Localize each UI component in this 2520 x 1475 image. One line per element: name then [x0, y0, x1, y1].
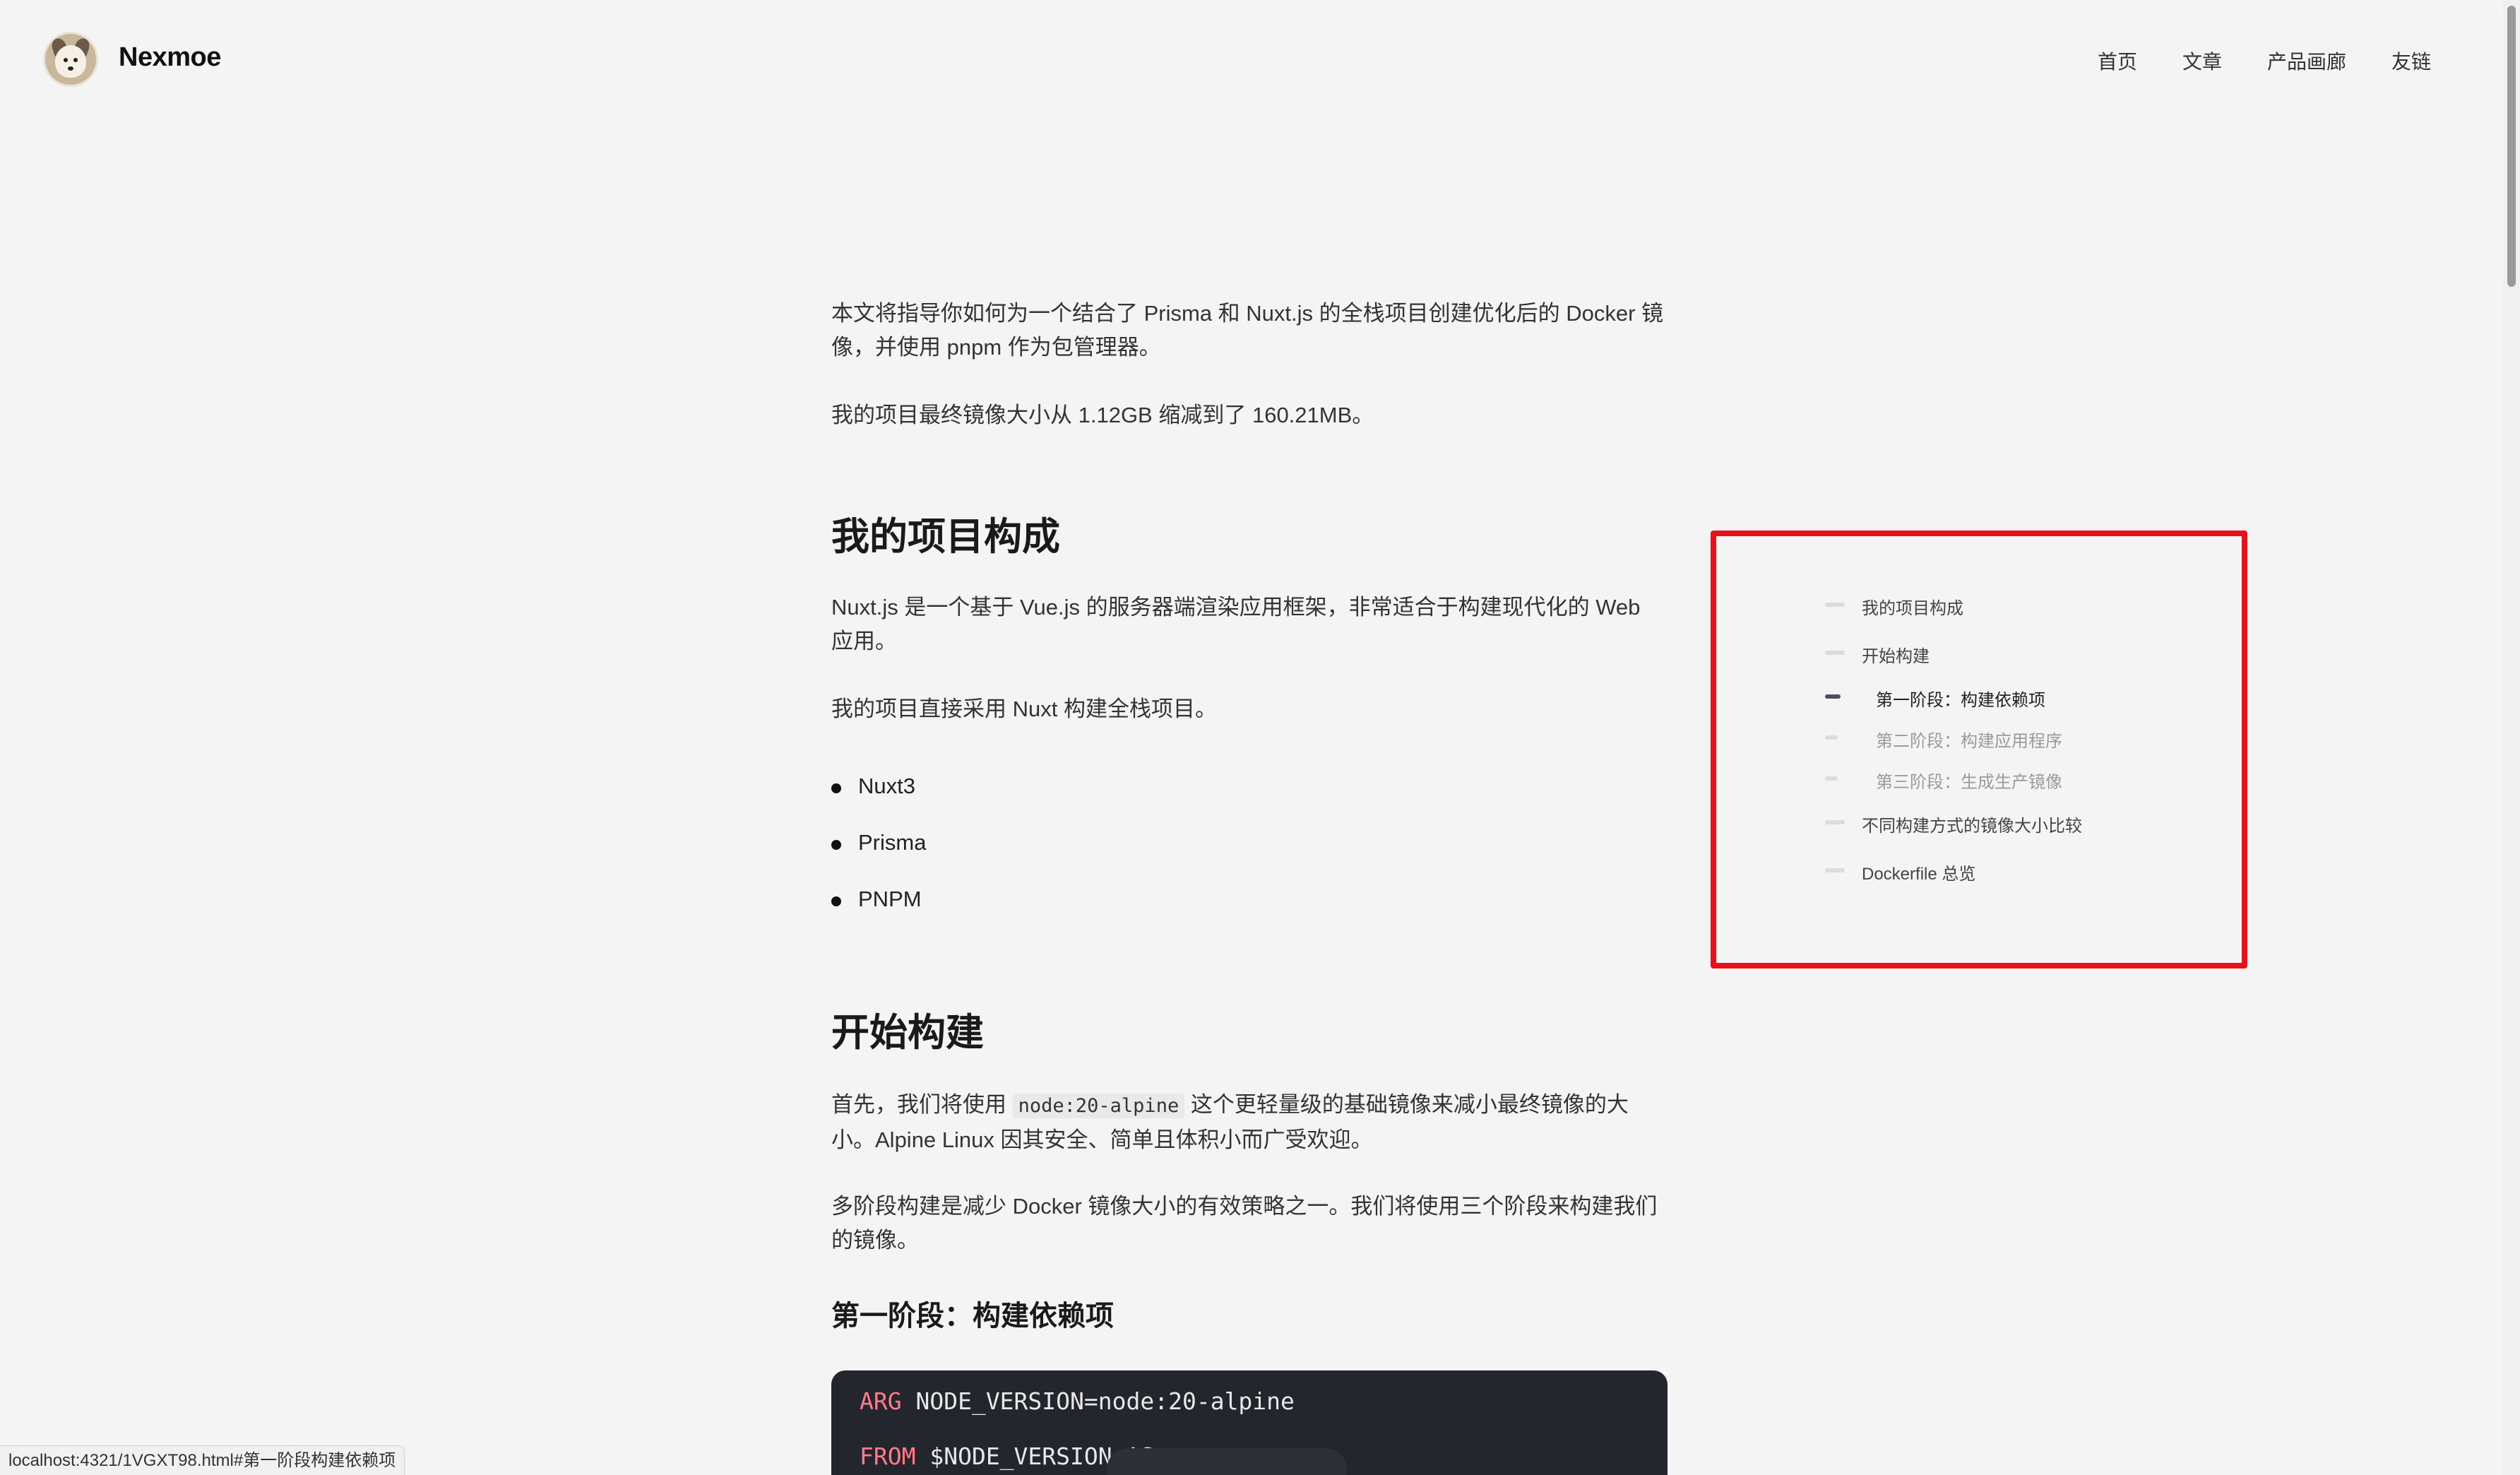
section1-paragraph-1: Nuxt.js 是一个基于 Vue.js 的服务器端渲染应用框架，非常适合于构建… [831, 595, 1641, 653]
nav-friends[interactable]: 友链 [2391, 47, 2431, 75]
avatar-eye-right [73, 58, 78, 62]
toc-indicator [1825, 820, 1845, 824]
toc-indicator [1825, 694, 1841, 699]
code-keyword: ARG [860, 1387, 902, 1415]
list-item-text: PNPM [858, 887, 922, 911]
intro-paragraph-1: 本文将指导你如何为一个结合了 Prisma 和 Nuxt.js 的全栈项目创建优… [831, 301, 1664, 360]
list-item-text: Nuxt3 [858, 774, 915, 798]
scrollbar-thumb[interactable] [2507, 6, 2516, 287]
page: Nexmoe 首页 文章 产品画廊 友链 本文将指导你如何为一个结合了 Pris… [0, 0, 2520, 1475]
site-brand[interactable]: Nexmoe [119, 42, 221, 73]
section-title-project: 我的项目构成 [831, 516, 1060, 558]
toc-indicator [1825, 776, 1838, 781]
section1-paragraph-2: 我的项目直接采用 Nuxt 构建全栈项目。 [831, 697, 1217, 721]
nav-gallery[interactable]: 产品画廊 [2267, 47, 2346, 75]
toc-item-label: 我的项目构成 [1862, 599, 1963, 618]
toc-item-label: 不同构建方式的镜像大小比较 [1862, 817, 2082, 836]
bullet-icon [831, 783, 841, 793]
toc-item-label: 第二阶段：构建应用程序 [1876, 732, 2062, 751]
page-scrollbar[interactable] [2503, 0, 2520, 1475]
toc-indicator [1825, 603, 1845, 607]
toc-indicator [1825, 735, 1838, 740]
code-keyword: FROM [860, 1443, 916, 1470]
avatar-face [55, 45, 86, 78]
toc-highlight-box: 我的项目构成 开始构建 第一阶段：构建依赖项 第二阶段：构建应用程序 第三阶段：… [1711, 531, 2247, 968]
section-title-build: 开始构建 [831, 1012, 984, 1054]
avatar-eye-left [64, 58, 68, 62]
code-line: ARG NODE_VERSION=node:20-alpine [860, 1387, 1295, 1415]
toc-indicator [1825, 651, 1845, 655]
inline-code: node:20-alpine [1012, 1094, 1185, 1118]
toc-item-label: 第三阶段：生成生产镜像 [1876, 773, 2062, 792]
avatar-nose [68, 66, 73, 71]
list-item-text: Prisma [858, 830, 927, 855]
section2-paragraph-1: 首先，我们将使用 node:20-alpine 这个更轻量级的基础镜像来减小最终… [831, 1088, 1668, 1157]
intro-paragraph-2: 我的项目最终镜像大小从 1.12GB 缩减到了 160.21MB。 [831, 403, 1374, 427]
bullet-icon [831, 840, 841, 850]
toc-indicator [1825, 868, 1845, 872]
nav-articles[interactable]: 文章 [2182, 47, 2222, 75]
link-status-bar: localhost:4321/1VGXT98.html#第一阶段构建依赖项 [0, 1445, 405, 1475]
section2-paragraph-1-before: 首先，我们将使用 [831, 1092, 1013, 1117]
nav-home[interactable]: 首页 [2098, 47, 2137, 75]
toc-item-label: 开始构建 [1862, 647, 1930, 666]
section2-paragraph-2: 多阶段构建是减少 Docker 镜像大小的有效策略之一。我们将使用三个阶段来构建… [831, 1194, 1658, 1252]
main-nav: 首页 文章 产品画廊 友链 [2052, 47, 2431, 75]
toc-item-label: 第一阶段：构建依赖项 [1876, 691, 2045, 710]
code-block[interactable]: ARG NODE_VERSION=node:20-alpine FROM $NO… [831, 1370, 1668, 1475]
bullet-icon [831, 896, 841, 906]
avatar[interactable] [45, 34, 96, 85]
code-text: NODE_VERSION=node:20-alpine [901, 1387, 1295, 1415]
section-title-stage1: 第一阶段：构建依赖项 [831, 1301, 1114, 1332]
code-toolbar[interactable] [1107, 1448, 1347, 1475]
toc-item-label: Dockerfile 总览 [1862, 865, 1976, 884]
